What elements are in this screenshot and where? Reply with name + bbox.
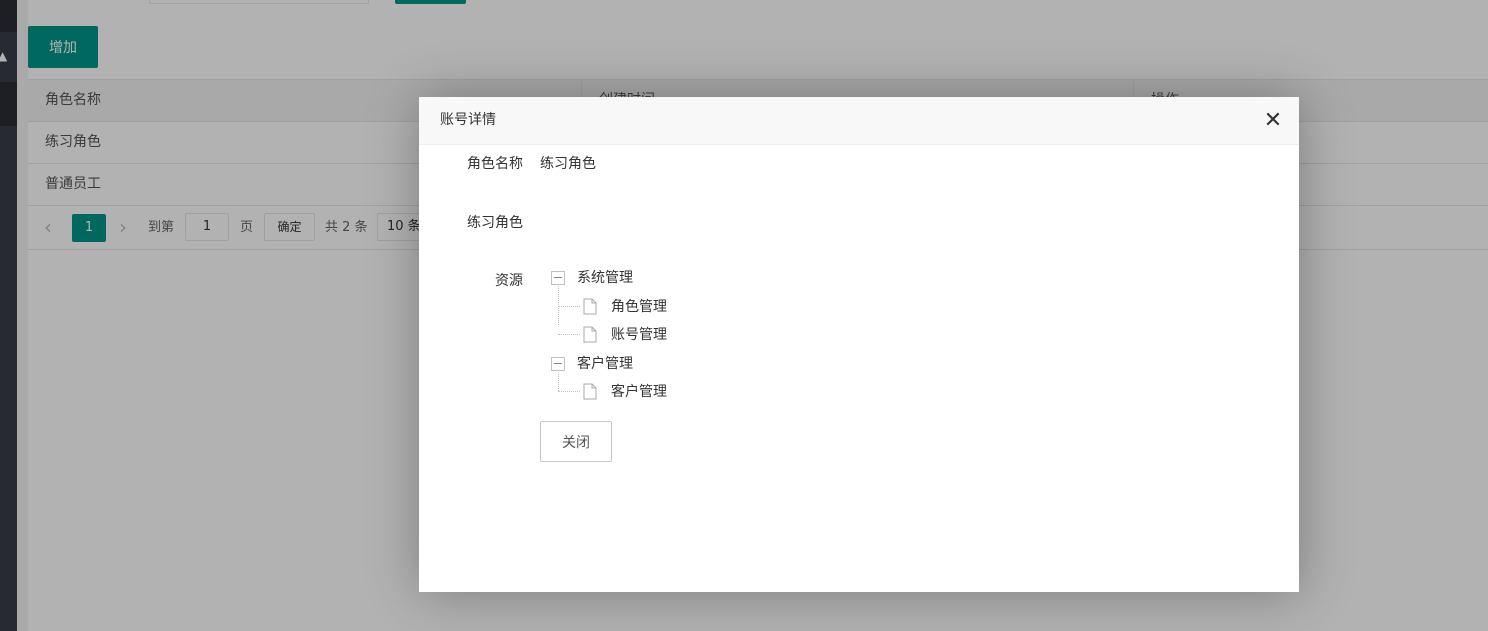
account-detail-modal: 账号详情 ✕ 角色名称 练习角色 练习角色 资源 系统管理 角色管理 账号管理 … <box>419 97 1299 592</box>
modal-header: 账号详情 ✕ <box>419 97 1299 145</box>
tree-connector <box>558 369 559 391</box>
tree-connector <box>558 334 580 335</box>
description-label: 练习角色 <box>467 215 523 231</box>
tree-connector <box>558 306 580 307</box>
collapse-icon[interactable] <box>551 357 565 371</box>
tree-node-label[interactable]: 账号管理 <box>611 324 667 346</box>
tree-node-label[interactable]: 客户管理 <box>611 381 667 403</box>
role-name-value: 练习角色 <box>540 156 596 172</box>
tree-connector <box>558 283 559 325</box>
modal-title: 账号详情 <box>440 112 496 128</box>
close-icon[interactable]: ✕ <box>1261 109 1285 133</box>
tree-node-label[interactable]: 客户管理 <box>577 353 633 375</box>
file-icon <box>583 383 597 400</box>
resources-label: 资源 <box>495 273 523 289</box>
file-icon <box>583 326 597 343</box>
collapse-icon[interactable] <box>551 271 565 285</box>
close-button[interactable]: 关闭 <box>540 421 612 462</box>
tree-connector <box>558 391 580 392</box>
file-icon <box>583 298 597 315</box>
role-name-label: 角色名称 <box>467 156 523 172</box>
tree-node-label[interactable]: 角色管理 <box>611 296 667 318</box>
tree-node-label[interactable]: 系统管理 <box>577 267 633 289</box>
